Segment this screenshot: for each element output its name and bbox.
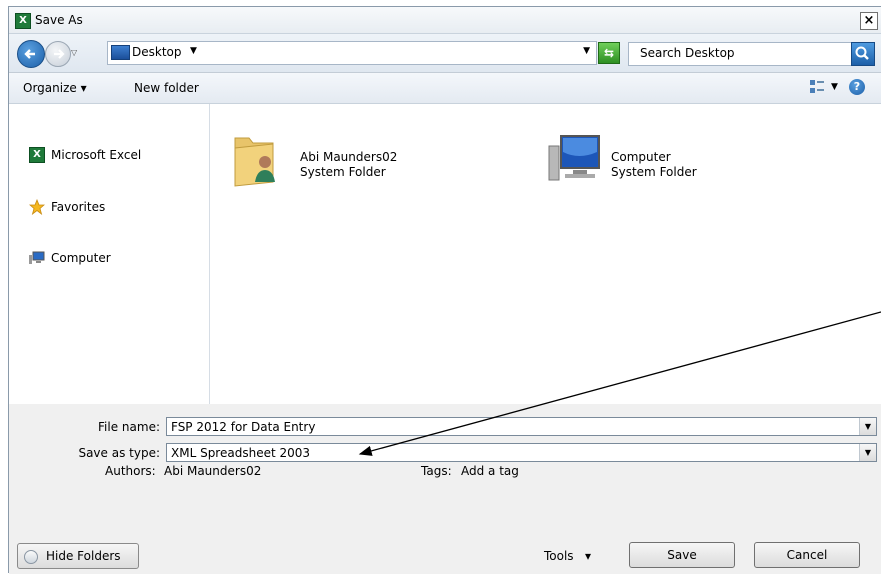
arrow-line (358, 311, 881, 456)
annotation-arrow (358, 311, 881, 456)
